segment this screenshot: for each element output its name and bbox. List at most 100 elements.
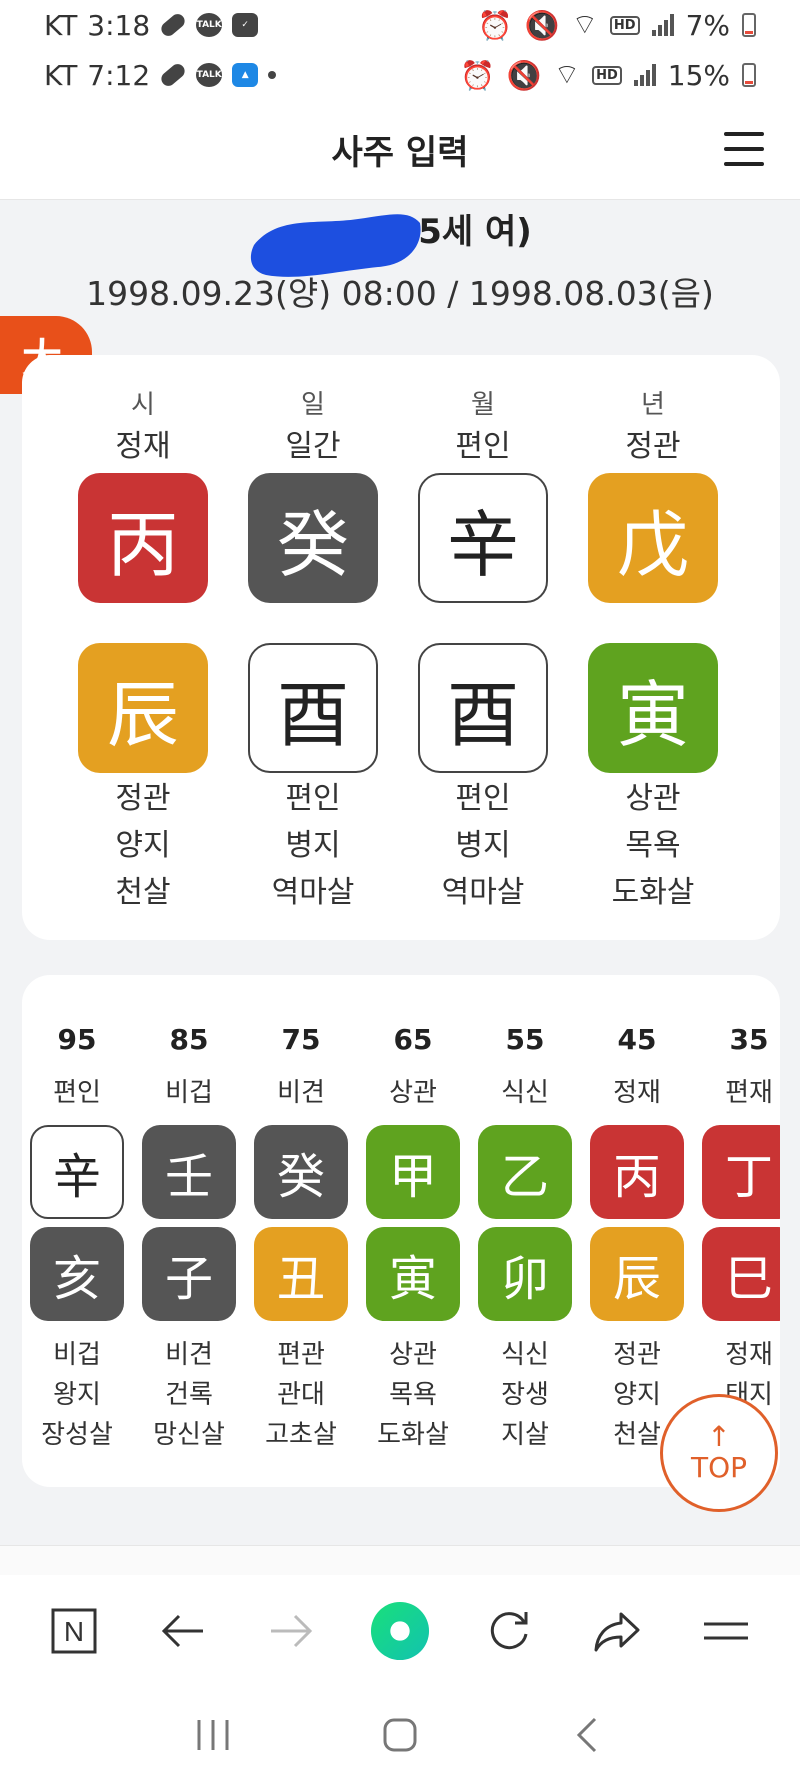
daeun-branch-relation: 상관 — [389, 1340, 437, 1370]
status-bar-second: KT 7:12 TALK ▲ ⏰ 🔇 ⌔ HD 15% — [0, 50, 800, 100]
hamburger-menu-icon[interactable] — [724, 132, 764, 166]
daeun-stem-tile[interactable]: 丁 — [702, 1125, 780, 1219]
mute-icon: 🔇 — [506, 58, 542, 92]
daeun-branch-tile[interactable]: 卯 — [478, 1227, 572, 1321]
daeun-branch-tile[interactable]: 丑 — [254, 1227, 348, 1321]
page-title: 사주 입력 — [331, 133, 469, 173]
pillar-stem-relation: 편인 — [455, 429, 511, 464]
person-info: 5세 여) 1998.09.23(양) 08:00 / 1998.08.03(음… — [0, 205, 800, 315]
battery-icon — [742, 63, 756, 87]
daeun-stem-relation: 상관 — [389, 1078, 437, 1108]
stem-tile[interactable]: 戊 — [588, 473, 718, 603]
back-arrow-icon[interactable] — [153, 1601, 213, 1661]
daeun-age: 65 — [393, 1023, 433, 1056]
checkbox-icon: ✓ — [232, 13, 259, 37]
menu-lines-icon[interactable] — [696, 1601, 756, 1661]
daeun-stem-tile[interactable]: 乙 — [478, 1125, 572, 1219]
browser-toolbar: N — [0, 1575, 800, 1687]
talk-icon: TALK — [196, 63, 223, 87]
svg-text:N: N — [64, 1616, 84, 1647]
daeun-branch-stage: 목욕 — [389, 1380, 437, 1410]
talk-icon: TALK — [196, 13, 223, 37]
daeun-stem-relation: 편재 — [725, 1078, 773, 1108]
hd-icon: HD — [609, 15, 640, 35]
pillar-column: 일 일간 癸酉 편인 병지 역마살 — [248, 355, 378, 914]
daeun-column[interactable]: 65 상관 甲寅 상관 목욕 도화살 — [366, 975, 460, 1455]
battery-icon — [742, 13, 756, 37]
home-icon[interactable] — [370, 1705, 430, 1765]
refresh-icon[interactable] — [479, 1601, 539, 1661]
stem-tile[interactable]: 癸 — [248, 473, 378, 603]
daeun-stem-tile[interactable]: 丙 — [590, 1125, 684, 1219]
daeun-branch-sal: 지살 — [501, 1420, 549, 1450]
daeun-branch-stage: 양지 — [613, 1380, 661, 1410]
daeun-stem-relation: 정재 — [613, 1078, 661, 1108]
person-name-line: 5세 여) — [0, 205, 800, 277]
naver-home-icon[interactable]: N — [44, 1601, 104, 1661]
wifi-icon: ⌔ — [553, 57, 581, 91]
branch-relation: 상관 — [625, 781, 681, 816]
forward-arrow-icon[interactable] — [261, 1601, 321, 1661]
green-dot-icon[interactable] — [370, 1601, 430, 1661]
branch-sal: 역마살 — [271, 875, 355, 910]
pillar-stem-relation: 정관 — [625, 429, 681, 464]
mute-icon: 🔇 — [524, 8, 560, 42]
branch-relation: 편인 — [285, 781, 341, 816]
back-icon[interactable] — [557, 1705, 617, 1765]
alarm-icon: ⏰ — [477, 8, 513, 42]
status-bar-top: KT 3:18 TALK ✓ ⏰ 🔇 ⌔ HD 7% — [0, 0, 800, 50]
pillar-position: 월 — [471, 390, 495, 420]
system-nav-bar — [0, 1687, 800, 1783]
carrier-label: KT — [44, 58, 78, 92]
stem-tile[interactable]: 辛 — [418, 473, 548, 603]
daeun-card: 95 편인 辛亥 비겁 왕지 장성살 85 비겁 壬子 비견 건록 망신살 75 비견 癸丑 편관 관대 고초살 6… — [22, 975, 780, 1487]
daeun-age: 35 — [729, 1023, 769, 1056]
branch-sal: 천살 — [115, 875, 171, 910]
daeun-stem-relation: 식신 — [501, 1078, 549, 1108]
daeun-stem-relation: 비견 — [277, 1078, 325, 1108]
daeun-branch-tile[interactable]: 亥 — [30, 1227, 124, 1321]
branch-tile[interactable]: 酉 — [248, 643, 378, 773]
pillar-position: 시 — [131, 390, 155, 420]
battery-percent: 7% — [685, 8, 730, 42]
share-icon[interactable] — [587, 1601, 647, 1661]
branch-sal: 역마살 — [441, 875, 525, 910]
daeun-column[interactable]: 85 비겁 壬子 비견 건록 망신살 — [142, 975, 236, 1455]
daeun-stem-relation: 비겁 — [165, 1078, 213, 1108]
top-button-label: TOP — [690, 1450, 748, 1484]
branch-tile[interactable]: 酉 — [418, 643, 548, 773]
daeun-branch-relation: 정관 — [613, 1340, 661, 1370]
daeun-stem-tile[interactable]: 辛 — [30, 1125, 124, 1219]
daeun-branch-tile[interactable]: 子 — [142, 1227, 236, 1321]
branch-stage: 양지 — [115, 828, 171, 863]
wifi-icon: ⌔ — [571, 7, 598, 41]
branch-stage: 병지 — [285, 828, 341, 863]
daeun-column[interactable]: 45 정재 丙辰 정관 양지 천살 — [590, 975, 684, 1455]
up-arrow-icon: ↑ — [707, 1419, 731, 1453]
carrier-label: KT — [44, 8, 78, 42]
hd-icon: HD — [592, 65, 622, 85]
daeun-branch-relation: 비견 — [165, 1340, 213, 1370]
daeun-stem-tile[interactable]: 癸 — [254, 1125, 348, 1219]
daeun-branch-tile[interactable]: 巳 — [702, 1227, 780, 1321]
pill-icon — [158, 61, 188, 89]
branch-stage: 병지 — [455, 828, 511, 863]
branch-tile[interactable]: 寅 — [588, 643, 718, 773]
pillar-position: 일 — [301, 390, 325, 420]
recent-apps-icon[interactable] — [183, 1705, 243, 1765]
scroll-top-button[interactable]: ↑ TOP — [660, 1394, 778, 1512]
daeun-column[interactable]: 55 식신 乙卯 식신 장생 지살 — [478, 975, 572, 1455]
daeun-branch-tile[interactable]: 辰 — [590, 1227, 684, 1321]
daeun-column[interactable]: 75 비견 癸丑 편관 관대 고초살 — [254, 975, 348, 1455]
daeun-branch-stage: 왕지 — [53, 1380, 101, 1410]
daeun-branch-tile[interactable]: 寅 — [366, 1227, 460, 1321]
daeun-branch-sal: 고초살 — [265, 1420, 337, 1450]
daeun-stem-tile[interactable]: 壬 — [142, 1125, 236, 1219]
pillar-column: 월 편인 辛酉 편인 병지 역마살 — [418, 355, 548, 914]
daeun-column[interactable]: 95 편인 辛亥 비겁 왕지 장성살 — [30, 975, 124, 1455]
daeun-stem-tile[interactable]: 甲 — [366, 1125, 460, 1219]
stem-tile[interactable]: 丙 — [78, 473, 208, 603]
daeun-column[interactable]: 35 편재 丁巳 정재 태지 — [702, 975, 780, 1415]
pillar-column: 시 정재 丙辰 정관 양지 천살 — [78, 355, 208, 914]
branch-tile[interactable]: 辰 — [78, 643, 208, 773]
